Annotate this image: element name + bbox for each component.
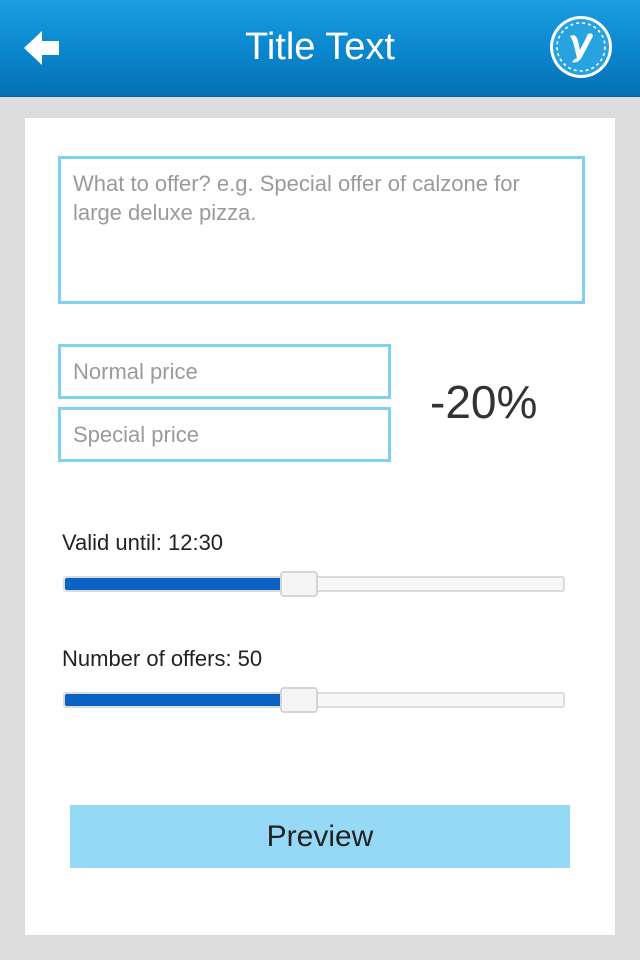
- number-of-offers-label: Number of offers: 50: [62, 646, 263, 671]
- valid-until-slider[interactable]: [63, 571, 565, 597]
- slider-thumb[interactable]: [280, 687, 318, 713]
- slider-fill: [65, 694, 297, 706]
- special-price-input[interactable]: [58, 407, 391, 462]
- valid-until-label: Valid until: 12:30: [62, 530, 224, 555]
- discount-percentage: -20%: [430, 376, 538, 428]
- y-logo-icon: [550, 16, 612, 78]
- logo-button[interactable]: [548, 14, 614, 80]
- number-of-offers-slider[interactable]: [63, 687, 565, 713]
- normal-price-input[interactable]: [58, 344, 391, 399]
- app-header: Title Text: [0, 0, 640, 96]
- slider-thumb[interactable]: [280, 571, 318, 597]
- offer-description-input[interactable]: [58, 156, 585, 304]
- preview-button[interactable]: Preview: [70, 805, 570, 868]
- offer-form-card: -20% Valid until: 12:30 Number of offers…: [25, 118, 615, 935]
- page-title: Title Text: [245, 26, 395, 68]
- slider-fill: [65, 578, 297, 590]
